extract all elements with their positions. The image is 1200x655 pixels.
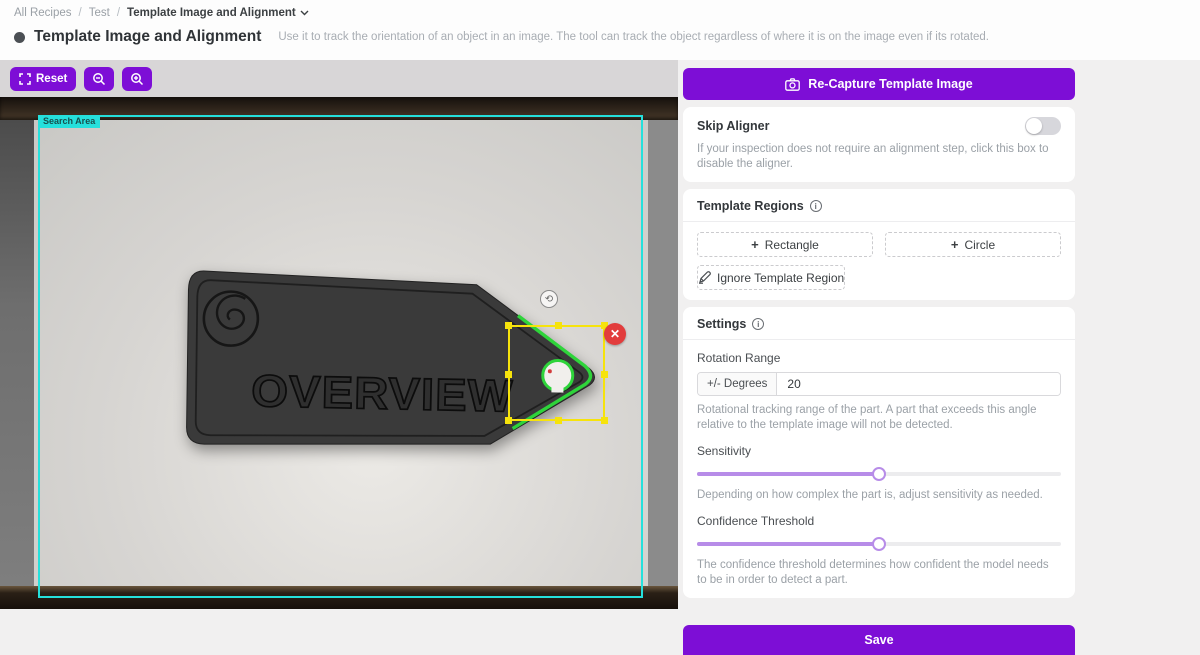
sensitivity-slider-thumb[interactable] (872, 467, 886, 481)
resize-handle[interactable] (601, 417, 608, 424)
resize-handle[interactable] (505, 322, 512, 329)
skip-aligner-description: If your inspection does not require an a… (697, 142, 1061, 172)
sensitivity-label: Sensitivity (697, 444, 1061, 458)
rotation-range-description: Rotational tracking range of the part. A… (697, 403, 1061, 433)
page-description: Use it to track the orientation of an ob… (278, 31, 989, 43)
breadcrumb-test[interactable]: Test (89, 7, 110, 19)
viewer-toolbar: Reset (0, 60, 678, 97)
breadcrumb: All Recipes / Test / Template Image and … (0, 0, 1200, 19)
zoom-out-button[interactable] (84, 67, 114, 91)
rectangle-button-label: Rectangle (765, 238, 819, 252)
rotate-region-handle[interactable]: ⟲ (540, 290, 558, 308)
resize-handle[interactable] (555, 417, 562, 424)
top-header: All Recipes / Test / Template Image and … (0, 0, 1200, 60)
reset-view-button[interactable]: Reset (10, 67, 76, 91)
delete-region-button[interactable]: ✕ (604, 323, 626, 345)
template-regions-card: Template Regions i + Rectangle + Circle … (683, 189, 1075, 300)
scene-left-margin (0, 120, 34, 586)
settings-card: Settings i Rotation Range +/- Degrees Ro… (683, 307, 1075, 598)
zoom-in-icon (130, 72, 144, 86)
settings-panel: Re-Capture Template Image Skip Aligner I… (683, 68, 1075, 655)
image-viewer: Reset (0, 60, 678, 609)
step-bullet-icon (14, 32, 25, 43)
plus-icon: + (951, 237, 959, 252)
toggle-knob (1026, 118, 1042, 134)
save-button[interactable]: Save (683, 625, 1075, 655)
info-icon[interactable]: i (752, 318, 764, 330)
ignore-button-label: Ignore Template Region (717, 271, 844, 285)
page-header-row: Template Image and Alignment Use it to t… (0, 19, 1200, 46)
breadcrumb-current[interactable]: Template Image and Alignment (127, 7, 309, 19)
pen-icon (698, 271, 711, 284)
settings-title: Settings (697, 317, 746, 331)
search-area-label: Search Area (38, 115, 100, 128)
divider (683, 339, 1075, 340)
confidence-slider-thumb[interactable] (872, 537, 886, 551)
plus-icon: + (751, 237, 759, 252)
recapture-button-label: Re-Capture Template Image (808, 77, 972, 91)
camera-icon (785, 78, 800, 91)
sensitivity-description: Depending on how complex the part is, ad… (697, 488, 1061, 503)
circle-button-label: Circle (964, 238, 995, 252)
rotation-range-label: Rotation Range (697, 351, 1061, 365)
ignore-template-region-button[interactable]: Ignore Template Region (697, 265, 845, 290)
skip-aligner-toggle[interactable] (1025, 117, 1061, 135)
rotate-icon: ⟲ (545, 294, 553, 305)
confidence-threshold-slider[interactable] (697, 537, 1061, 551)
add-circle-button[interactable]: + Circle (885, 232, 1061, 257)
divider (683, 221, 1075, 222)
skip-aligner-card: Skip Aligner If your inspection does not… (683, 107, 1075, 182)
slider-fill (697, 542, 879, 546)
confidence-threshold-description: The confidence threshold determines how … (697, 558, 1061, 588)
rotation-range-input-group: +/- Degrees (697, 372, 1061, 396)
resize-handle[interactable] (505, 371, 512, 378)
template-region-selection[interactable] (508, 325, 605, 421)
chevron-down-icon (300, 10, 309, 16)
template-regions-title: Template Regions (697, 199, 804, 213)
slider-fill (697, 472, 879, 476)
add-rectangle-button[interactable]: + Rectangle (697, 232, 873, 257)
fit-view-icon (19, 73, 31, 85)
resize-handle[interactable] (555, 322, 562, 329)
camera-image[interactable]: OVERVIEW Search Area ⟲ (0, 97, 678, 609)
resize-handle[interactable] (505, 417, 512, 424)
page-title: Template Image and Alignment (34, 28, 261, 46)
breadcrumb-all-recipes[interactable]: All Recipes (14, 7, 72, 19)
confidence-threshold-label: Confidence Threshold (697, 514, 1061, 528)
recapture-template-button[interactable]: Re-Capture Template Image (683, 68, 1075, 100)
rotation-range-input[interactable] (777, 373, 1060, 395)
scene-right-margin (648, 120, 678, 586)
zoom-in-button[interactable] (122, 67, 152, 91)
reset-button-label: Reset (36, 73, 67, 85)
close-icon: ✕ (610, 327, 620, 341)
breadcrumb-current-label: Template Image and Alignment (127, 7, 296, 19)
sensitivity-slider[interactable] (697, 467, 1061, 481)
resize-handle[interactable] (601, 371, 608, 378)
zoom-out-icon (92, 72, 106, 86)
info-icon[interactable]: i (810, 200, 822, 212)
breadcrumb-separator: / (117, 7, 120, 19)
breadcrumb-separator: / (79, 7, 82, 19)
degrees-addon-label: +/- Degrees (698, 373, 777, 395)
skip-aligner-label: Skip Aligner (697, 119, 769, 133)
